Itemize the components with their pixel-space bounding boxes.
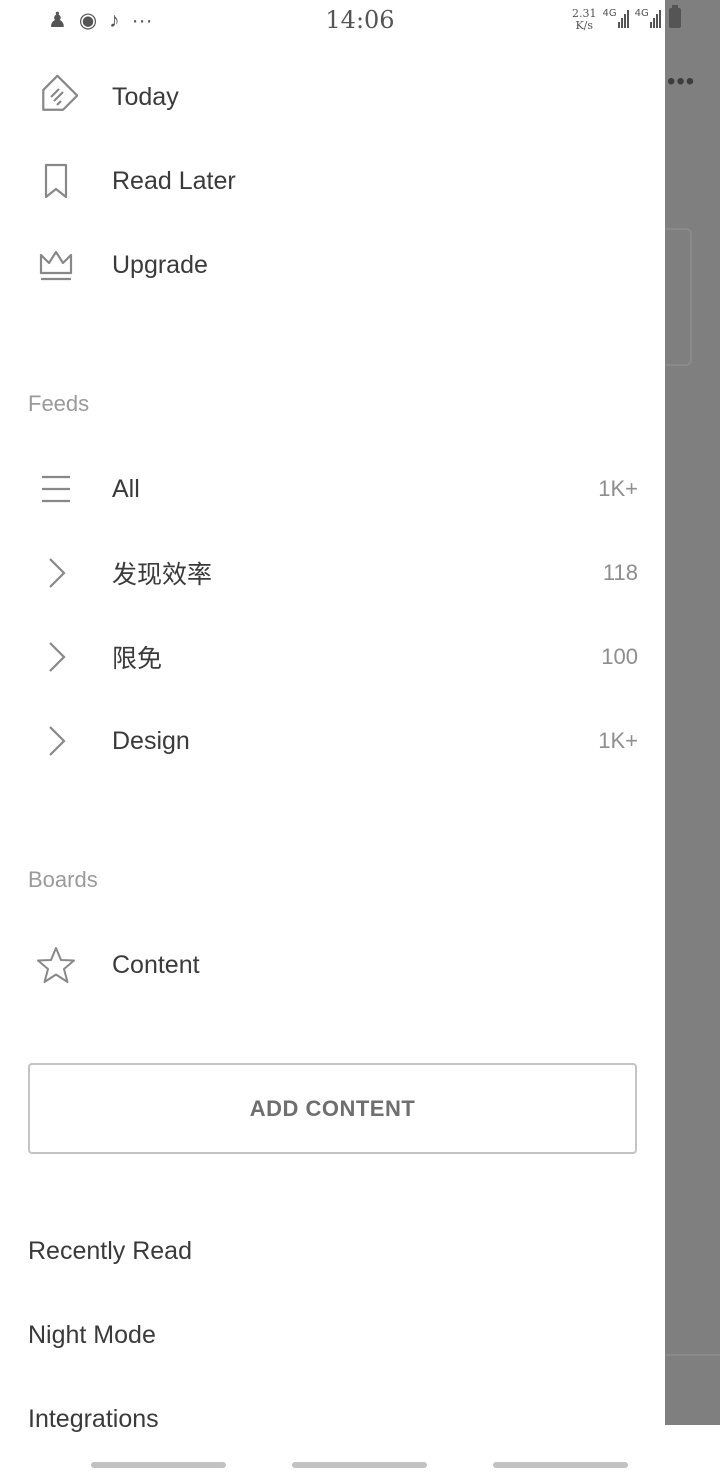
signal-2: 4G [635,8,661,28]
feed-item-discover-efficiency[interactable]: 发现效率 118 [0,531,665,615]
battery-icon [668,5,681,28]
feed-item-label: 限免 [112,645,163,673]
menu-item-night-mode[interactable]: Night Mode [28,1321,156,1350]
bookmark-icon [32,157,80,205]
today-tag-icon [32,73,80,121]
drawer-item-today[interactable]: Today [0,55,665,139]
feed-item-count: 1K+ [598,728,638,753]
signal-bars-icon [617,8,629,28]
network-speed-unit: K/s [575,19,594,32]
chevron-right-icon[interactable] [32,717,80,765]
status-right-icons: 2.31 K/s 4G 4G [572,5,681,32]
star-icon [32,941,80,989]
drawer-item-upgrade[interactable]: Upgrade [0,223,665,307]
status-bar: ♟ ◉ ♪ ··· 14:06 2.31 K/s 4G 4G [0,0,720,44]
crown-icon [32,241,80,289]
nav-gesture-bar-left[interactable] [91,1462,226,1468]
boards-section-header: Boards [28,867,98,892]
signal-1: 4G [603,8,629,28]
background-divider [665,1354,720,1356]
signal-bars-icon [649,8,661,28]
chevron-right-icon[interactable] [32,633,80,681]
feed-item-all[interactable]: All 1K+ [0,447,665,531]
network-type-1: 4G [602,8,617,19]
nav-gesture-bar-right[interactable] [493,1462,628,1468]
network-speed: 2.31 K/s [572,8,597,32]
feed-item-count: 1K+ [598,476,638,501]
feeds-section-header: Feeds [28,391,90,416]
drawer-item-read-later[interactable]: Read Later [0,139,665,223]
drawer-item-label: Upgrade [112,250,208,279]
menu-item-integrations[interactable]: Integrations [28,1405,159,1434]
feed-item-label: Design [112,726,190,755]
nav-gesture-bar-center[interactable] [292,1462,427,1468]
feed-item-label: All [112,474,140,503]
feed-item-count: 100 [601,644,638,669]
drawer-item-label: Today [112,82,179,111]
network-type-2: 4G [634,8,649,19]
drawer-item-label: Read Later [112,166,236,195]
chevron-right-icon[interactable] [32,549,80,597]
more-options-icon: ••• [667,68,696,95]
board-item-label: Content [112,950,200,979]
feed-item-design[interactable]: Design 1K+ [0,699,665,783]
list-icon [32,465,80,513]
board-item-content[interactable]: Content [0,923,665,1007]
background-card [665,228,692,366]
feed-item-label: 发现效率 [112,561,213,589]
scrim-overlay[interactable]: ••• [665,0,720,1425]
feed-item-free[interactable]: 限免 100 [0,615,665,699]
menu-item-recently-read[interactable]: Recently Read [28,1237,192,1266]
add-content-button[interactable]: ADD CONTENT [28,1063,637,1154]
feed-item-count: 118 [602,560,638,585]
